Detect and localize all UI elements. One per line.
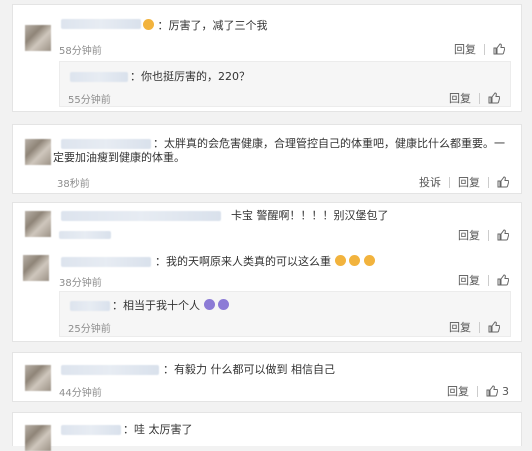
avatar[interactable] (25, 139, 51, 165)
divider (477, 385, 478, 397)
reply-button[interactable]: 回复 (454, 41, 476, 57)
comment-text: ：有毅力 什么都可以做到 相信自己 (163, 363, 335, 376)
divider (488, 274, 489, 286)
reply-box: ：你也挺厉害的，220？ 55分钟前 回复 (59, 61, 511, 107)
comment-time: 58分钟前 (59, 46, 102, 57)
comment-time: 44分钟前 (59, 388, 102, 399)
comment-text: 卡宝 警醒啊！！！！别汉堡包了 (231, 209, 389, 222)
reply-actions: 回复 (449, 90, 500, 106)
comment-text: ：太胖真的会危害健康，合理管控自己的体重吧，健康比什么都重要。一定要加油瘦到健康… (53, 137, 505, 164)
username-blurred[interactable] (61, 211, 221, 221)
divider (479, 321, 480, 333)
avatar[interactable] (25, 25, 51, 51)
username-blurred[interactable] (70, 72, 128, 82)
avatar[interactable] (25, 425, 51, 451)
subcomment-actions: 回复 (458, 272, 509, 288)
reply-text: ：你也挺厉害的，220？ (130, 70, 250, 83)
emoji-icon (218, 299, 229, 310)
comment-card-1: ：厉害了，减了三个我 58分钟前 回复 ：你也挺厉害的，220？ 55分钟前 回… (12, 4, 522, 112)
thumbs-up-icon[interactable] (497, 176, 509, 188)
subcomment-text: ：我的天啊原来人类真的可以这么重 (155, 255, 375, 269)
report-button[interactable]: 投诉 (419, 174, 441, 190)
comment-actions: 回复 (454, 41, 509, 57)
divider (479, 92, 480, 104)
comment-card-2: ：太胖真的会危害健康，合理管控自己的体重吧，健康比什么都重要。一定要加油瘦到健康… (12, 124, 522, 194)
reply-time: 55分钟前 (68, 95, 111, 106)
reply-time: 25分钟前 (68, 324, 111, 335)
thumbs-up-icon[interactable] (488, 92, 500, 104)
thumbs-up-icon[interactable] (486, 385, 498, 397)
thumbs-up-icon[interactable] (488, 321, 500, 333)
username-blurred[interactable] (70, 301, 110, 311)
reply-button[interactable]: 回复 (458, 272, 480, 288)
thumbs-up-icon[interactable] (497, 274, 509, 286)
comment-actions: 投诉 回复 (419, 174, 509, 190)
comment-actions: 回复 (458, 227, 509, 243)
reply-button[interactable]: 回复 (449, 90, 471, 106)
emoji-icon (143, 19, 154, 30)
reply-box: ：相当于我十个人 25分钟前 回复 (59, 291, 511, 337)
reply-button[interactable]: 回复 (458, 227, 480, 243)
emoji-icon (334, 255, 346, 266)
comment-text: ：哇 太厉害了 (123, 423, 193, 436)
emoji-icon (363, 255, 375, 266)
divider (449, 176, 450, 188)
emoji-icon (203, 299, 215, 310)
comment-card-3: 卡宝 警醒啊！！！！别汉堡包了 回复 ：我的天啊原来人类真的可以这么重 38分钟… (12, 202, 522, 342)
emoji-icon (349, 255, 360, 266)
avatar[interactable] (23, 255, 49, 281)
divider (488, 229, 489, 241)
reply-button[interactable]: 回复 (447, 383, 469, 399)
username-blurred[interactable] (61, 257, 151, 267)
comment-time: 38秒前 (57, 179, 90, 190)
divider (488, 176, 489, 188)
reply-actions: 回复 (449, 319, 500, 335)
avatar[interactable] (25, 365, 51, 391)
thumbs-up-icon[interactable] (497, 229, 509, 241)
username-blurred[interactable] (61, 365, 159, 375)
comment-card-4: ：有毅力 什么都可以做到 相信自己 44分钟前 回复 3 (12, 352, 522, 402)
divider (484, 43, 485, 55)
reply-button[interactable]: 回复 (449, 319, 471, 335)
reply-button[interactable]: 回复 (458, 174, 480, 190)
comment-text: ：厉害了，减了三个我 (143, 19, 268, 33)
time-blurred (59, 231, 111, 239)
avatar[interactable] (25, 211, 51, 237)
username-blurred[interactable] (61, 19, 141, 29)
comment-actions: 回复 3 (447, 383, 509, 399)
like-count: 3 (502, 384, 509, 398)
subcomment-time: 38分钟前 (59, 278, 102, 289)
username-blurred[interactable] (61, 425, 121, 435)
comment-card-5: ：哇 太厉害了 (12, 412, 522, 451)
reply-text: ：相当于我十个人 (112, 299, 229, 313)
thumbs-up-icon[interactable] (493, 43, 505, 55)
